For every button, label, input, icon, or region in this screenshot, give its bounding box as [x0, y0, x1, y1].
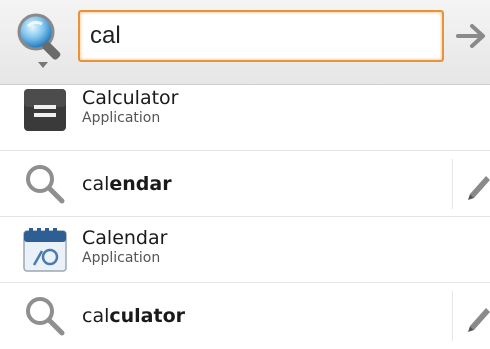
typed-prefix: cal — [82, 173, 110, 195]
row-divider — [452, 159, 453, 209]
search-icon — [22, 293, 68, 339]
pencil-icon — [468, 176, 490, 200]
suggestion-subtitle: Application — [82, 250, 161, 266]
typed-prefix: cal — [82, 305, 110, 327]
search-source-selector[interactable] — [14, 10, 72, 72]
suggestion-subtitle: Application — [82, 110, 161, 126]
search-bar — [0, 0, 490, 85]
calendar-app-icon — [22, 227, 68, 273]
edit-query-button[interactable] — [462, 296, 490, 336]
search-input[interactable] — [78, 10, 444, 62]
suggestion-query-calculator[interactable]: calculator — [0, 283, 490, 349]
suggestion-calculator-app[interactable]: Calculator Application — [0, 85, 490, 151]
edit-query-button[interactable] — [462, 164, 490, 204]
suggestion-query-text: calculator — [82, 305, 185, 327]
go-button[interactable] — [452, 14, 490, 58]
suggestion-query-calendar[interactable]: calendar — [0, 151, 490, 217]
quick-search-screen: Calculator Application calendar — [0, 0, 490, 349]
calculator-app-icon — [22, 87, 68, 133]
suggestion-text: Calendar Application — [82, 227, 167, 267]
magnifier-globe-icon — [17, 13, 61, 68]
search-icon — [22, 161, 68, 207]
suggestion-query-text: calendar — [82, 173, 172, 195]
suggestion-title: Calendar — [82, 227, 168, 249]
suggestion-list: Calculator Application calendar Calendar… — [0, 85, 490, 349]
suggestion-title: Calculator — [82, 87, 179, 109]
completion-suffix: culator — [109, 305, 186, 327]
pencil-icon — [468, 308, 490, 332]
row-divider — [452, 291, 453, 341]
arrow-right-icon — [456, 24, 485, 48]
suggestion-text: Calculator Application — [82, 87, 178, 127]
suggestion-calendar-app[interactable]: Calendar Application — [0, 217, 490, 283]
completion-suffix: endar — [109, 173, 172, 195]
